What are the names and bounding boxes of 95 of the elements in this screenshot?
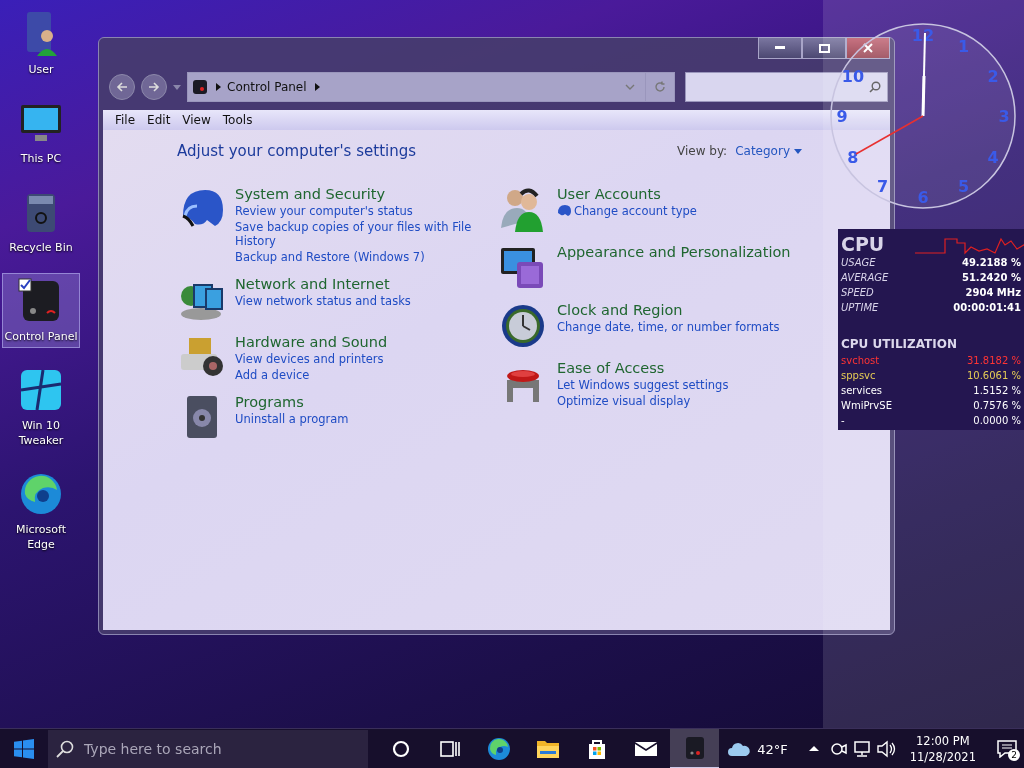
category-link[interactable]: User Accounts: [557, 186, 697, 202]
refresh-icon: [654, 81, 666, 93]
task-link[interactable]: Uninstall a program: [235, 412, 349, 426]
weather-button[interactable]: 42°F: [727, 741, 788, 757]
task-link[interactable]: Backup and Restore (Windows 7): [235, 250, 499, 264]
clock-number: 2: [987, 66, 999, 86]
network-icon[interactable]: [851, 739, 872, 759]
edge-icon: [486, 737, 511, 761]
minimize-icon: [775, 46, 785, 50]
category-link[interactable]: Ease of Access: [557, 360, 729, 376]
clock-number: 5: [957, 177, 970, 197]
menu-item[interactable]: File: [109, 112, 142, 128]
process-name: svchost: [841, 355, 880, 366]
clock-number: 1: [957, 36, 970, 56]
stat-value: 2904 MHz: [965, 287, 1021, 298]
process-value: 31.8182 %: [966, 355, 1021, 366]
category-link[interactable]: Network and Internet: [235, 276, 411, 292]
search-field[interactable]: Type here to search: [48, 730, 368, 768]
stat-value: 49.2188 %: [961, 257, 1021, 268]
view-by-label: View by:: [677, 144, 728, 158]
taskbar-clock[interactable]: 12:00 PM 11/28/2021: [909, 733, 976, 765]
task-link[interactable]: View devices and printers: [235, 352, 388, 366]
task-link[interactable]: Review your computer's status: [235, 204, 499, 218]
back-button[interactable]: [109, 74, 135, 100]
back-arrow-icon: [116, 82, 128, 92]
close-button[interactable]: [846, 37, 890, 59]
taskbar-button[interactable]: [670, 729, 719, 768]
clock-number: 9: [836, 107, 848, 126]
windows-logo-icon: [14, 739, 34, 759]
chevron-icon: [216, 83, 221, 91]
desktop-shortcut[interactable]: Control Panel: [2, 273, 80, 348]
view-by-dropdown[interactable]: Category: [735, 144, 802, 158]
page-heading: Adjust your computer's settings: [177, 142, 417, 160]
category-link[interactable]: Clock and Region: [557, 302, 780, 318]
desktop-shortcut[interactable]: Microsoft Edge: [2, 466, 80, 556]
clock-number: 7: [876, 177, 889, 197]
task-link[interactable]: View network status and tasks: [235, 294, 411, 308]
forward-arrow-icon: [148, 82, 160, 92]
category-link[interactable]: Appearance and Personalization: [557, 244, 791, 260]
search-icon: [56, 740, 74, 758]
maximize-button[interactable]: [802, 37, 846, 59]
dropdown-icon: [794, 148, 802, 154]
process-name: WmiPrvSE: [841, 400, 892, 411]
stat-label: USAGE: [841, 257, 876, 268]
desktop-shortcut[interactable]: This PC: [2, 95, 80, 170]
menu-item[interactable]: Edit: [141, 112, 177, 128]
category-link[interactable]: System and Security: [235, 186, 499, 202]
close-icon: [863, 43, 873, 53]
process-name: sppsvc: [841, 370, 876, 381]
speech-bubble-icon: [997, 740, 1017, 758]
process-name: -: [841, 415, 845, 426]
task-link[interactable]: Save backup copies of your files with File History: [235, 220, 499, 248]
speaker-icon[interactable]: [875, 739, 896, 759]
clock-number: 10: [841, 66, 865, 86]
clock-number: 4: [987, 147, 999, 167]
desktop-shortcut[interactable]: User: [2, 6, 80, 81]
process-value: 1.5152 %: [973, 385, 1021, 396]
maximize-icon: [818, 43, 830, 53]
cpu-title: CPU: [841, 233, 885, 255]
category-link[interactable]: Hardware and Sound: [235, 334, 388, 350]
process-value: 0.7576 %: [973, 400, 1021, 411]
chevron-icon: [314, 83, 320, 91]
process-name: services: [841, 385, 883, 396]
desktop-shortcut[interactable]: Recycle Bin: [2, 184, 80, 259]
task-link[interactable]: Change date, time, or number formats: [557, 320, 780, 334]
task-link[interactable]: Change account type: [557, 204, 697, 218]
process-value: 10.6061 %: [966, 370, 1021, 381]
helmet-icon: [557, 204, 571, 218]
search-icon: [869, 81, 881, 93]
menu-item[interactable]: Tools: [216, 112, 259, 128]
stat-label: SPEED: [841, 287, 874, 298]
stat-label: AVERAGE: [841, 272, 889, 283]
stat-value: 00:00:01:41: [953, 302, 1021, 313]
task-link[interactable]: Optimize visual display: [557, 394, 729, 408]
clock-number: 3: [998, 107, 1010, 126]
clock-number: 6: [917, 188, 929, 207]
control-panel-icon: [192, 79, 208, 95]
task-link[interactable]: Let Windows suggest settings: [557, 378, 729, 392]
minimize-button[interactable]: [758, 37, 802, 59]
menu-item[interactable]: View: [176, 112, 217, 128]
process-value: 0.0000 %: [973, 415, 1021, 426]
category-link[interactable]: Programs: [235, 394, 349, 410]
notification-badge: 2: [1008, 749, 1020, 761]
forward-button[interactable]: [141, 74, 167, 100]
stat-label: UPTIME: [841, 302, 879, 313]
section-title: CPU UTILIZATION: [841, 337, 958, 351]
stat-value: 51.2420 %: [961, 272, 1021, 283]
desktop-shortcut[interactable]: Win 10 Tweaker: [2, 362, 80, 452]
search-field[interactable]: [685, 72, 888, 102]
clock-number: 8: [847, 147, 859, 167]
notification-button[interactable]: 2: [990, 729, 1024, 768]
recent-dropdown-icon[interactable]: [173, 84, 181, 90]
clock-number: 12: [911, 26, 935, 45]
cloud-icon: [727, 741, 752, 757]
task-link[interactable]: Add a device: [235, 368, 388, 382]
